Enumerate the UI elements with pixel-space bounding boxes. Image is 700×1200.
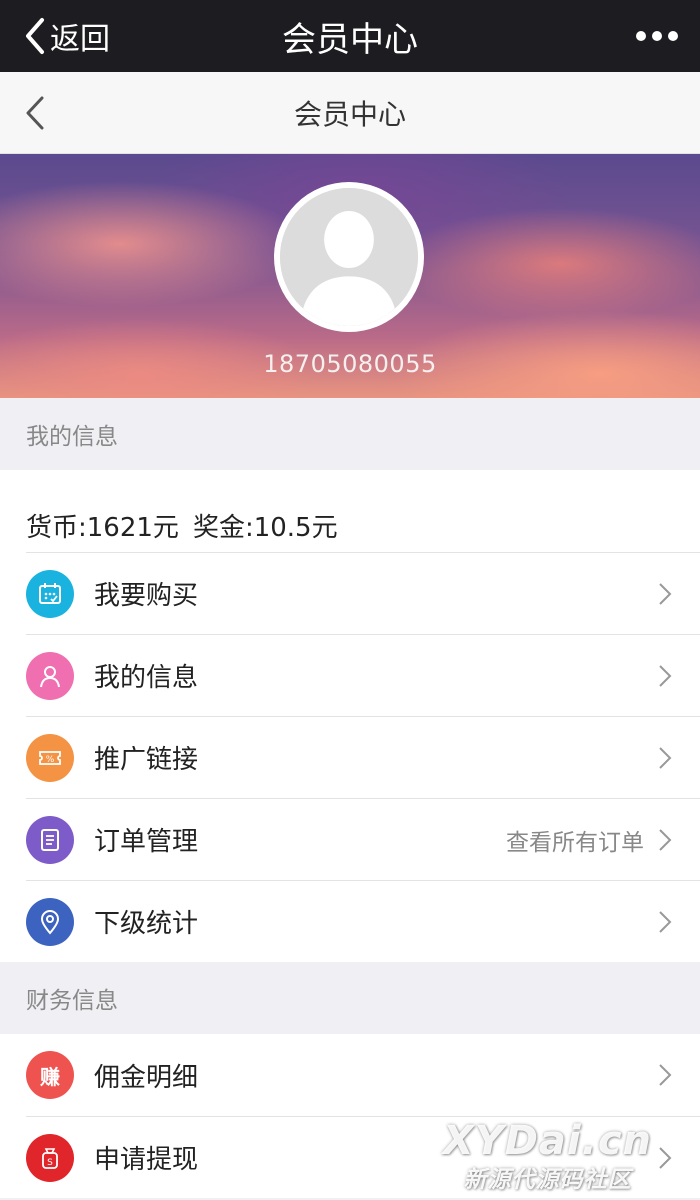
finance-list: 赚 佣金明细 S 申请提现 — [0, 1034, 700, 1198]
section-header-my-info: 我的信息 — [0, 398, 700, 470]
wechat-title-bar: 返回 会员中心 — [0, 0, 700, 72]
menu-item-withdraw[interactable]: S 申请提现 — [26, 1116, 700, 1198]
balance-summary: 货币:1621元 奖金:10.5元 — [0, 470, 700, 552]
chevron-right-icon — [659, 582, 672, 605]
menu-item-buy[interactable]: 我要购买 — [26, 552, 700, 634]
bonus-balance: 奖金:10.5元 — [192, 513, 338, 543]
earn-icon: 赚 — [26, 1051, 74, 1099]
document-icon — [26, 815, 74, 864]
svg-text:%: % — [46, 755, 55, 765]
ellipsis-icon[interactable] — [636, 31, 678, 41]
menu-item-label: 我的信息 — [94, 663, 199, 693]
chevron-left-icon — [26, 18, 44, 54]
coupon-icon: % — [26, 733, 74, 782]
chevron-right-icon — [659, 664, 672, 687]
menu-item-label: 申请提现 — [94, 1145, 199, 1175]
chevron-right-icon — [659, 910, 672, 933]
chevron-right-icon — [659, 828, 672, 851]
menu-item-downline-stats[interactable]: 下级统计 — [26, 880, 700, 962]
page-title: 会员中心 — [293, 97, 406, 131]
wechat-back-button[interactable]: 返回 — [22, 14, 110, 58]
calendar-icon — [26, 569, 74, 618]
menu-item-label: 我要购买 — [94, 581, 199, 611]
phone-number: 18705080055 — [263, 350, 437, 378]
page-nav-bar: 会员中心 — [0, 72, 700, 154]
currency-balance: 货币:1621元 — [26, 513, 179, 543]
menu-item-label: 推广链接 — [94, 745, 199, 775]
profile-banner: 18705080055 — [0, 154, 700, 398]
money-bag-icon: S — [26, 1133, 74, 1182]
menu-item-my-info[interactable]: 我的信息 — [26, 634, 700, 716]
my-info-list: 我要购买 我的信息 % 推广链接 订单管理 查看所有订单 下级统计 — [0, 552, 700, 962]
chevron-right-icon — [659, 746, 672, 769]
wechat-back-label: 返回 — [50, 22, 110, 57]
menu-item-label: 订单管理 — [94, 827, 199, 857]
view-all-orders-link[interactable]: 查看所有订单 — [506, 823, 644, 857]
menu-item-promo-link[interactable]: % 推广链接 — [26, 716, 700, 798]
earn-badge: 赚 — [40, 1064, 60, 1089]
section-header-finance: 财务信息 — [0, 962, 700, 1034]
location-icon — [26, 897, 74, 946]
menu-item-commission[interactable]: 赚 佣金明细 — [26, 1034, 700, 1116]
menu-item-orders[interactable]: 订单管理 查看所有订单 — [26, 798, 700, 880]
user-icon — [26, 651, 74, 700]
chevron-left-icon[interactable] — [18, 92, 52, 134]
chevron-right-icon — [659, 1064, 672, 1086]
avatar[interactable] — [274, 182, 424, 332]
default-avatar-icon — [280, 188, 418, 326]
chevron-right-icon — [659, 1146, 672, 1169]
menu-item-label: 佣金明细 — [94, 1062, 199, 1093]
menu-item-label: 下级统计 — [94, 909, 199, 939]
svg-text:S: S — [47, 1158, 53, 1168]
